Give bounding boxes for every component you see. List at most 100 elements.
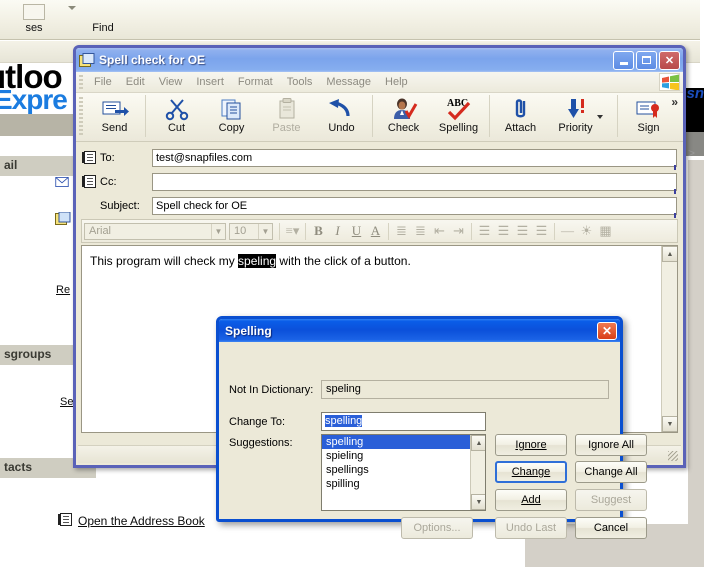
menu-message[interactable]: Message [319,74,378,90]
toolbar-priority-label: Priority [558,122,593,134]
list-item[interactable]: spilling [322,477,485,491]
menu-file[interactable]: File [87,74,119,90]
scroll-down-button[interactable]: ▼ [471,494,485,510]
font-name-select[interactable]: Arial ▼ [84,222,226,240]
increase-indent-icon[interactable]: ⇥ [449,222,468,241]
oe-link-newsgroups[interactable]: Se [60,396,73,408]
spelling-dialog[interactable]: Spelling ✕ Not In Dictionary: speling Ch… [216,316,647,539]
list-item[interactable]: spellings [322,463,485,477]
toolbar-attach-button[interactable]: Attach [493,93,548,138]
oe-link-open-address-book[interactable]: Open the Address Book [78,514,205,528]
bullet-list-icon[interactable]: ≣ [411,222,430,241]
menu-edit[interactable]: Edit [119,74,152,90]
toolbar-gripper[interactable] [79,97,83,137]
close-icon: ✕ [601,323,613,338]
body-vertical-scrollbar[interactable]: ▲ ▼ [661,246,677,432]
bg-right-gray [688,160,704,524]
toolbar-separator-3 [489,95,490,137]
paragraph-style-icon[interactable]: ≡▾ [283,222,302,241]
toolbar-paste-button[interactable]: Paste [259,93,314,138]
add-button[interactable]: Add [495,489,567,511]
to-field-marker [674,164,676,170]
close-button[interactable]: ✕ [659,50,680,70]
minimize-button[interactable] [613,50,634,70]
scroll-up-button[interactable]: ▲ [471,435,485,451]
oe-toolbar-find-button[interactable]: Find [78,4,128,36]
cc-input[interactable] [152,172,677,194]
change-to-input[interactable]: spelling [321,412,486,431]
undo-last-button[interactable]: Undo Last [495,517,567,539]
fmt-separator-1 [279,222,280,240]
address-book-icon[interactable] [82,151,96,164]
message-body-text: This program will check my speling with … [82,246,677,276]
oe-link-read-mail-label: Re [56,284,71,296]
windows-flag-icon[interactable] [659,73,680,91]
bold-icon[interactable]: B [309,222,328,241]
decrease-indent-icon[interactable]: ⇤ [430,222,449,241]
chevron-down-icon[interactable] [68,6,76,10]
cancel-button[interactable]: Cancel [575,517,647,539]
compose-header-fields: To: test@snapfiles.com Cc: Subject: Spel… [76,142,683,218]
cc-label: Cc: [100,175,117,188]
underline-icon[interactable]: U [347,222,366,241]
compose-title-bar[interactable]: Spell check for OE ✕ [76,48,683,72]
change-all-button[interactable]: Change All [575,461,647,483]
toolbar-sign-button[interactable]: Sign [621,93,676,138]
ignore-all-button[interactable]: Ignore All [575,434,647,456]
toolbar-check-button[interactable]: Check [376,93,431,138]
toolbar-cut-button[interactable]: Cut [149,93,204,138]
toolbar-cut-label: Cut [167,122,186,134]
italic-icon[interactable]: I [328,222,347,241]
font-size-select[interactable]: 10 ▼ [229,222,273,240]
suggest-button[interactable]: Suggest [575,489,647,511]
menu-view[interactable]: View [152,74,190,90]
scroll-down-button[interactable]: ▼ [662,416,677,432]
menu-gripper[interactable] [79,74,83,90]
toolbar-priority-button[interactable]: Priority [548,93,603,138]
font-size-value: 10 [234,225,247,237]
new-message-icon [55,212,71,225]
oe-toolbar-addresses-button[interactable]: ses [6,4,62,36]
oe-logo-line2: Expre [0,84,68,114]
send-icon [100,97,130,121]
suggestions-list[interactable]: spelling spieling spellings spilling ▲ ▼ [321,434,486,511]
subject-row: Subject: Spell check for OE [82,195,677,218]
insert-link-icon[interactable]: ☀ [577,222,596,241]
ignore-button[interactable]: Ignore [495,434,567,456]
align-right-icon[interactable]: ☰ [513,222,532,241]
suggestions-scrollbar[interactable]: ▲ ▼ [470,435,485,510]
justify-icon[interactable]: ☰ [532,222,551,241]
menu-help[interactable]: Help [378,74,415,90]
list-item[interactable]: spieling [322,449,485,463]
list-item[interactable]: spelling [322,435,485,449]
align-center-icon[interactable]: ☰ [494,222,513,241]
align-left-icon[interactable]: ☰ [475,222,494,241]
maximize-button[interactable] [636,50,657,70]
to-input[interactable]: test@snapfiles.com [152,148,677,170]
menu-format[interactable]: Format [231,74,280,90]
options-button[interactable]: Options... [401,517,473,539]
subject-input[interactable]: Spell check for OE [152,196,677,218]
spelling-title-bar[interactable]: Spelling ✕ [219,319,620,342]
menu-insert[interactable]: Insert [189,74,231,90]
horizontal-rule-icon[interactable]: — [558,222,577,241]
address-book-icon[interactable] [82,175,96,188]
menu-tools[interactable]: Tools [280,74,320,90]
toolbar-undo-button[interactable]: Undo [314,93,369,138]
toolbar-overflow-button[interactable]: » [671,95,678,109]
numbered-list-icon[interactable]: ≣ [392,222,411,241]
oe-link-read-mail[interactable]: Re [56,284,70,296]
scroll-up-button[interactable]: ▲ [662,246,677,262]
resize-grip[interactable] [668,451,678,461]
priority-dropdown-arrow-icon[interactable] [597,115,603,119]
fmt-separator-5 [554,222,555,240]
toolbar-send-button[interactable]: Send [87,93,142,138]
font-color-icon[interactable]: A [366,222,385,241]
toolbar-copy-button[interactable]: Copy [204,93,259,138]
toolbar-spelling-button[interactable]: ABC Spelling [431,93,486,138]
not-in-dictionary-label-text: Not In Dictionary: [229,384,314,396]
bg-chevron: > [688,146,696,160]
insert-picture-icon[interactable]: ▦ [596,222,615,241]
change-button[interactable]: Change [495,461,567,483]
spelling-close-button[interactable]: ✕ [597,321,617,340]
